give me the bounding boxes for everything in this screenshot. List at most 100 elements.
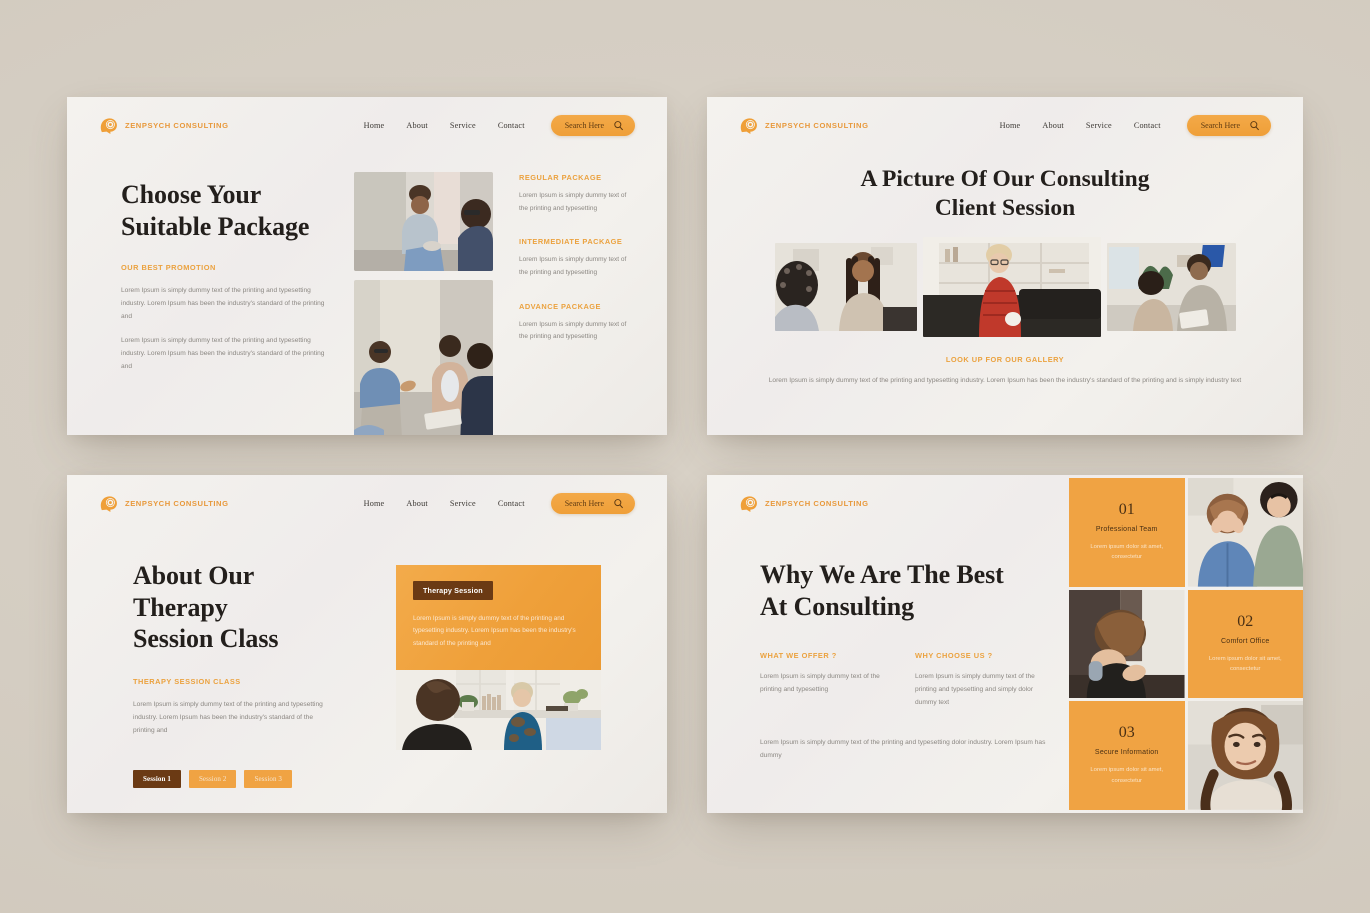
portrait-of-worried-woman-photo bbox=[1187, 701, 1303, 810]
feature-description: Lorem ipsum dolor sit amet, consectetur bbox=[1090, 767, 1164, 784]
feature-description: Lorem ipsum dolor sit amet, consectetur bbox=[1208, 655, 1282, 672]
nav-link-home[interactable]: Home bbox=[364, 499, 385, 508]
package-item-regular[interactable]: REGULAR PACKAGE Lorem Ipsum is simply du… bbox=[519, 173, 631, 215]
slide1-photo-stack bbox=[354, 172, 493, 435]
brand-name: ZENPSYCH CONSULTING bbox=[765, 498, 869, 508]
feature-description: Lorem ipsum dolor sit amet, consectetur bbox=[1090, 544, 1164, 561]
session-tab-group: Session 1 Session 2 Session 3 bbox=[133, 769, 329, 788]
page-title: Choose Your Suitable Package bbox=[121, 179, 331, 242]
zenpsych-head-logo-icon bbox=[740, 117, 757, 134]
slide-about-our-therapy-session-class: ZENPSYCH CONSULTING Home About Service C… bbox=[67, 475, 667, 813]
therapy-paragraph: Lorem Ipsum is simply dummy text of the … bbox=[133, 701, 323, 734]
slide3-card-column: Therapy Session Lorem Ipsum is simply du… bbox=[396, 565, 601, 751]
search-button-label: Search Here bbox=[564, 120, 604, 130]
feature-card-01[interactable]: 01 Professional Team Lorem ipsum dolor s… bbox=[1069, 478, 1185, 587]
headline-line-1: Choose Your bbox=[121, 180, 262, 209]
title-line-1: A Picture Of Our Consulting bbox=[860, 166, 1150, 192]
nav-link-contact[interactable]: Contact bbox=[1134, 121, 1161, 130]
therapy-session-card: Therapy Session Lorem Ipsum is simply du… bbox=[396, 565, 601, 671]
feature-number: 01 bbox=[1118, 501, 1135, 518]
nav-link-contact[interactable]: Contact bbox=[498, 499, 525, 508]
package-description: Lorem Ipsum is simply dummy text of the … bbox=[519, 256, 627, 277]
nav-links: Home About Service Contact bbox=[1000, 121, 1161, 130]
nav-link-service[interactable]: Service bbox=[1086, 121, 1112, 130]
headline-line-2: At Consulting bbox=[760, 591, 915, 621]
search-button[interactable]: Search Here bbox=[550, 114, 635, 136]
zenpsych-head-logo-icon bbox=[740, 495, 757, 512]
brand-name: ZENPSYCH CONSULTING bbox=[125, 498, 229, 508]
navbar: ZENPSYCH CONSULTING Home About Service C… bbox=[67, 475, 667, 531]
nav-link-service[interactable]: Service bbox=[450, 499, 476, 508]
slide3-text-column: About Our Therapy Session Class THERAPY … bbox=[133, 560, 329, 788]
therapy-session-card-text: Lorem Ipsum is simply dummy text of the … bbox=[413, 615, 576, 647]
what-we-offer-column: WHAT WE OFFER ? Lorem Ipsum is simply du… bbox=[760, 651, 893, 710]
why-choose-us-column: WHY CHOOSE US ? Lorem Ipsum is simply du… bbox=[915, 651, 1048, 710]
search-icon bbox=[614, 120, 623, 130]
distressed-woman-comforted-photo bbox=[1187, 478, 1303, 587]
woman-in-red-with-mug-photo[interactable] bbox=[923, 237, 1101, 337]
nav-link-about[interactable]: About bbox=[406, 121, 427, 130]
search-button[interactable]: Search Here bbox=[1186, 114, 1271, 136]
package-title: ADVANCE PACKAGE bbox=[519, 301, 601, 311]
gallery-footer: LOOK UP FOR OUR GALLERY Lorem Ipsum is s… bbox=[767, 355, 1243, 387]
slide4-text-column: Why We Are The Best At Consulting WHAT W… bbox=[760, 559, 1048, 763]
page-title: Why We Are The Best At Consulting bbox=[760, 559, 1048, 622]
feature-card-02[interactable]: 02 Comfort Office Lorem ipsum dolor sit … bbox=[1187, 589, 1303, 699]
feature-number: 03 bbox=[1118, 724, 1135, 742]
search-button[interactable]: Search Here bbox=[550, 492, 635, 514]
title-line-2: Client Session bbox=[934, 195, 1076, 222]
feature-label: Comfort Office bbox=[1221, 637, 1270, 645]
brand[interactable]: ZENPSYCH CONSULTING bbox=[739, 494, 869, 513]
brand[interactable]: ZENPSYCH CONSULTING bbox=[99, 116, 229, 135]
headline-line-2: Suitable Package bbox=[121, 211, 310, 241]
two-clients-talking-photo[interactable] bbox=[775, 243, 917, 331]
promotion-paragraph-1: Lorem Ipsum is simply dummy text of the … bbox=[121, 287, 325, 321]
brand[interactable]: ZENPSYCH CONSULTING bbox=[739, 116, 869, 135]
zenpsych-head-logo-icon bbox=[100, 117, 117, 134]
headline-line-1: Why We Are The Best bbox=[760, 560, 1004, 589]
therapist-and-client-session-photo bbox=[354, 172, 493, 271]
nav-link-service[interactable]: Service bbox=[450, 121, 476, 130]
gallery-footer-text: Lorem Ipsum is simply dummy text of the … bbox=[768, 377, 1242, 384]
session-tab-1[interactable]: Session 1 bbox=[133, 769, 181, 788]
slide-a-picture-of-our-consulting-client-session: ZENPSYCH CONSULTING Home About Service C… bbox=[707, 97, 1303, 435]
session-tab-3[interactable]: Session 3 bbox=[244, 769, 293, 788]
package-description: Lorem Ipsum is simply dummy text of the … bbox=[519, 320, 627, 341]
slides-canvas: ZENPSYCH CONSULTING Home About Service C… bbox=[0, 0, 1370, 913]
two-women-in-conversation-photo bbox=[396, 670, 601, 751]
feature-grid: 01 Professional Team Lorem ipsum dolor s… bbox=[1066, 475, 1303, 813]
why-choose-us-eyebrow: WHY CHOOSE US ? bbox=[915, 651, 993, 661]
nav-link-home[interactable]: Home bbox=[364, 121, 385, 130]
brand[interactable]: ZENPSYCH CONSULTING bbox=[99, 494, 229, 513]
brand-name: ZENPSYCH CONSULTING bbox=[125, 120, 229, 130]
nav-link-home[interactable]: Home bbox=[1000, 121, 1021, 130]
nav-link-contact[interactable]: Contact bbox=[498, 121, 525, 130]
therapy-session-chip[interactable]: Therapy Session bbox=[413, 581, 493, 600]
search-button-label: Search Here bbox=[1200, 120, 1240, 130]
nav-link-about[interactable]: About bbox=[1042, 121, 1063, 130]
nav-link-about[interactable]: About bbox=[406, 499, 427, 508]
why-choose-us-text: Lorem Ipsum is simply dummy text of the … bbox=[915, 673, 1035, 707]
search-button-label: Search Here bbox=[564, 498, 604, 508]
promotion-paragraph-2: Lorem Ipsum is simply dummy text of the … bbox=[121, 336, 325, 370]
navbar: ZENPSYCH CONSULTING Home About Service C… bbox=[707, 97, 1303, 153]
nav-links: Home About Service Contact bbox=[364, 121, 525, 130]
offer-columns: WHAT WE OFFER ? Lorem Ipsum is simply du… bbox=[760, 651, 1048, 710]
page-title: About Our Therapy Session Class bbox=[133, 560, 329, 655]
nav-links: Home About Service Contact bbox=[364, 499, 525, 508]
slide4-bottom-text: Lorem Ipsum is simply dummy text of the … bbox=[760, 738, 1046, 759]
package-title: INTERMEDIATE PACKAGE bbox=[519, 237, 623, 247]
gallery-eyebrow: LOOK UP FOR OUR GALLERY bbox=[945, 355, 1065, 364]
headline-line-1: About Our Therapy bbox=[133, 561, 254, 622]
counsellor-taking-notes-photo[interactable] bbox=[1107, 243, 1236, 331]
package-item-intermediate[interactable]: INTERMEDIATE PACKAGE Lorem Ipsum is simp… bbox=[519, 237, 631, 279]
session-tab-2[interactable]: Session 2 bbox=[188, 769, 237, 788]
search-icon bbox=[1250, 120, 1259, 130]
therapy-eyebrow: THERAPY SESSION CLASS bbox=[133, 677, 241, 687]
package-description: Lorem Ipsum is simply dummy text of the … bbox=[519, 192, 627, 212]
zenpsych-head-logo-icon bbox=[100, 495, 117, 512]
feature-card-03[interactable]: 03 Secure Information Lorem ipsum dolor … bbox=[1069, 701, 1185, 810]
gallery-strip bbox=[775, 237, 1236, 337]
package-item-advance[interactable]: ADVANCE PACKAGE Lorem Ipsum is simply du… bbox=[519, 302, 631, 344]
page-title: A Picture Of Our Consulting Client Sessi… bbox=[707, 165, 1303, 224]
